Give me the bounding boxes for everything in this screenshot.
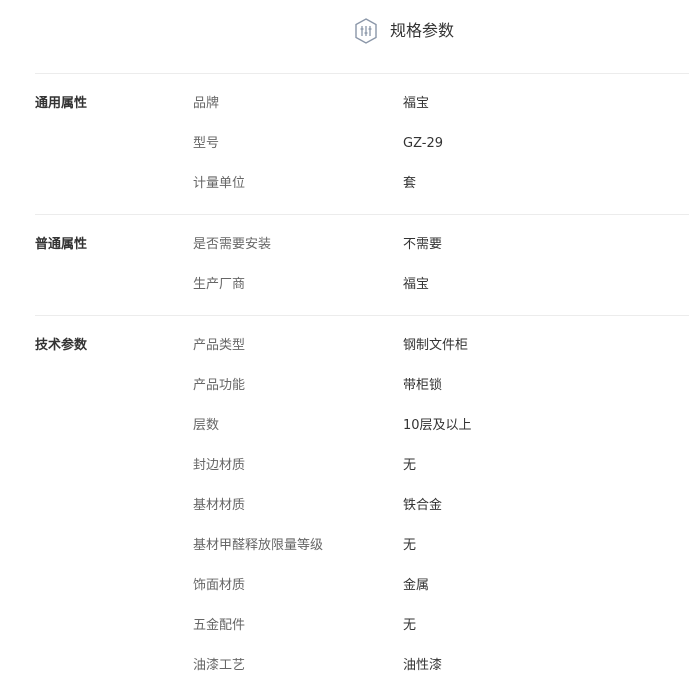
spec-name: 品牌 (193, 96, 220, 111)
spec-name: 型号 (193, 136, 220, 151)
spec-header-inner: 规格参数 (355, 18, 454, 44)
spec-value: 带柜锁 (403, 378, 443, 393)
page-title: 规格参数 (390, 21, 455, 40)
spec-value: 无 (403, 458, 417, 473)
spec-value: 无 (403, 618, 417, 633)
spec-name: 饰面材质 (193, 578, 246, 593)
spec-name: 产品类型 (193, 338, 246, 353)
sliders-icon (355, 18, 377, 44)
spec-value: 套 (403, 176, 417, 191)
spec-value: 无 (403, 538, 417, 553)
spec-value: GZ-29 (403, 136, 443, 151)
spec-name: 产品功能 (193, 378, 246, 393)
spec-name: 层数 (193, 418, 220, 433)
spec-value: 10层及以上 (403, 418, 472, 433)
group-title-common: 普通属性 (35, 237, 88, 252)
group-title-technical: 技术参数 (35, 338, 88, 353)
spec-value: 不需要 (403, 237, 443, 252)
spec-name: 基材甲醛释放限量等级 (193, 538, 324, 553)
group-title-general: 通用属性 (35, 96, 88, 111)
divider (35, 214, 689, 215)
spec-value: 油性漆 (403, 658, 443, 673)
spec-name: 生产厂商 (193, 277, 246, 292)
divider (35, 73, 689, 74)
spec-value: 福宝 (403, 277, 430, 292)
spec-value: 铁合金 (403, 498, 443, 513)
spec-name: 计量单位 (193, 176, 246, 191)
spec-value: 金属 (403, 578, 430, 593)
spec-name: 是否需要安装 (193, 237, 272, 252)
spec-name: 油漆工艺 (193, 658, 246, 673)
spec-header: 规格参数 (0, 0, 689, 73)
spec-name: 五金配件 (193, 618, 246, 633)
spec-value: 钢制文件柜 (403, 338, 469, 353)
spec-name: 基材材质 (193, 498, 246, 513)
divider (35, 315, 689, 316)
spec-name: 封边材质 (193, 458, 246, 473)
spec-value: 福宝 (403, 96, 430, 111)
